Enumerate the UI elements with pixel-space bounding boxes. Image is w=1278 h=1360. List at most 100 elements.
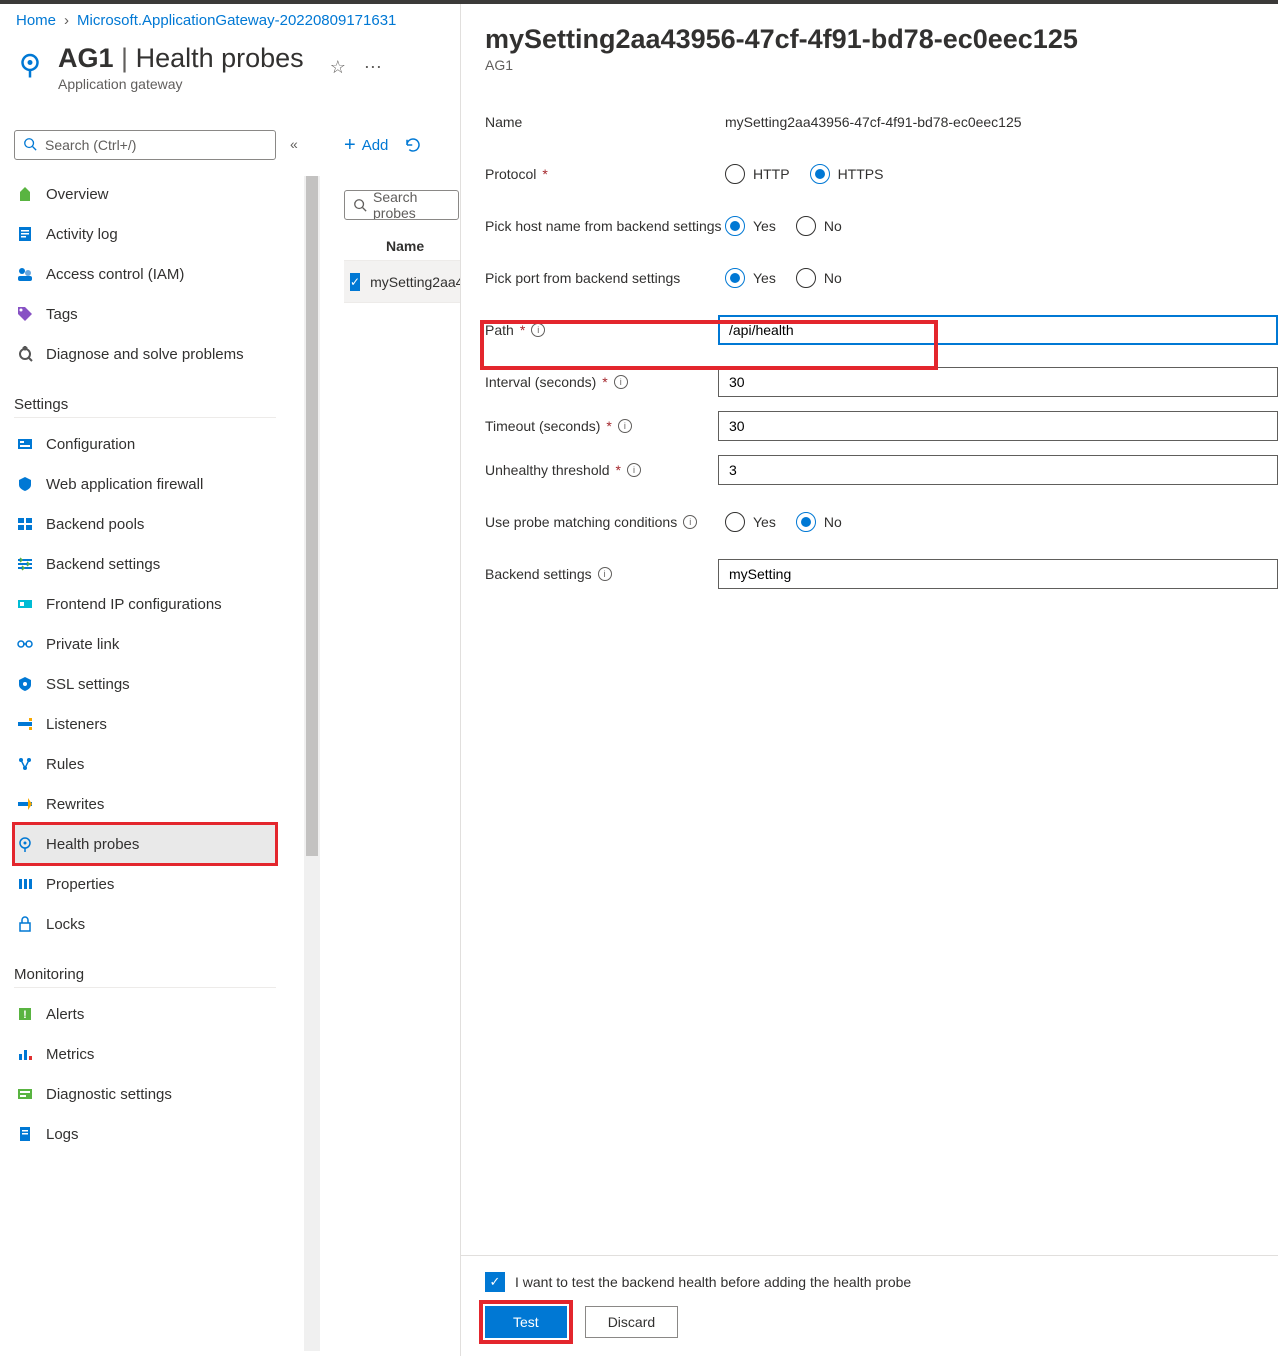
- diag-settings-icon: [16, 1085, 34, 1103]
- refresh-icon[interactable]: [404, 136, 422, 154]
- ssl-icon: [16, 675, 34, 693]
- backend-settings-icon: [16, 555, 34, 573]
- chevron-right-icon: ›: [64, 12, 69, 29]
- nav-search-input[interactable]: Search (Ctrl+/): [14, 130, 276, 160]
- info-icon[interactable]: i: [618, 419, 632, 433]
- sidebar-item-activity-log[interactable]: Activity log: [14, 214, 276, 254]
- sidebar-item-metrics[interactable]: Metrics: [14, 1034, 276, 1074]
- config-icon: [16, 435, 34, 453]
- metrics-icon: [16, 1045, 34, 1063]
- info-icon[interactable]: i: [598, 567, 612, 581]
- add-button[interactable]: + Add: [344, 134, 388, 157]
- radio-pickhost-no[interactable]: No: [796, 216, 842, 236]
- sidebar-item-rules[interactable]: Rules: [14, 744, 276, 784]
- radio-pickport-no[interactable]: No: [796, 268, 842, 288]
- path-input[interactable]: [718, 315, 1278, 345]
- sidebar-item-label: Frontend IP configurations: [46, 596, 222, 613]
- sidebar-item-ssl-settings[interactable]: SSL settings: [14, 664, 276, 704]
- test-backend-checkbox[interactable]: ✓: [485, 1272, 505, 1292]
- radio-http[interactable]: HTTP: [725, 164, 790, 184]
- radio-https[interactable]: HTTPS: [810, 164, 884, 184]
- sidebar-item-properties[interactable]: Properties: [14, 864, 276, 904]
- sidebar-item-label: Health probes: [46, 836, 139, 853]
- backend-pools-icon: [16, 515, 34, 533]
- sidebar-item-label: Web application firewall: [46, 476, 203, 493]
- sidebar-item-web-application-firewall[interactable]: Web application firewall: [14, 464, 276, 504]
- label-pick-port: Pick port from backend settings: [485, 269, 725, 288]
- page-subtitle: Application gateway: [58, 76, 304, 92]
- breadcrumb-item[interactable]: Microsoft.ApplicationGateway-20220809171…: [77, 12, 396, 29]
- locks-icon: [16, 915, 34, 933]
- sidebar-item-label: Logs: [46, 1126, 79, 1143]
- sidebar-item-diagnostic-settings[interactable]: Diagnostic settings: [14, 1074, 276, 1114]
- sidebar-item-private-link[interactable]: Private link: [14, 624, 276, 664]
- sidebar-item-health-probes[interactable]: Health probes: [14, 824, 276, 864]
- sidebar-item-label: SSL settings: [46, 676, 130, 693]
- scrollbar[interactable]: [304, 176, 320, 1351]
- breadcrumb-home[interactable]: Home: [16, 12, 56, 29]
- sidebar-item-tags[interactable]: Tags: [14, 294, 276, 334]
- sidebar-item-label: Metrics: [46, 1046, 94, 1063]
- info-icon[interactable]: i: [531, 323, 545, 337]
- sidebar-item-frontend-ip-configurations[interactable]: Frontend IP configurations: [14, 584, 276, 624]
- waf-icon: [16, 475, 34, 493]
- diagnose-icon: [16, 345, 34, 363]
- sidebar-item-alerts[interactable]: !Alerts: [14, 994, 276, 1034]
- sidebar-item-label: Listeners: [46, 716, 107, 733]
- radio-matching-yes[interactable]: Yes: [725, 512, 776, 532]
- breadcrumb: Home › Microsoft.ApplicationGateway-2022…: [0, 4, 460, 35]
- sidebar-item-label: Alerts: [46, 1006, 84, 1023]
- radio-matching-no[interactable]: No: [796, 512, 842, 532]
- sidebar-item-label: Locks: [46, 916, 85, 933]
- sidebar-item-label: Overview: [46, 186, 109, 203]
- info-icon[interactable]: i: [614, 375, 628, 389]
- test-button[interactable]: Test: [485, 1306, 567, 1338]
- sidebar-item-label: Activity log: [46, 226, 118, 243]
- label-interval: Interval (seconds) * i: [485, 373, 718, 392]
- label-unhealthy: Unhealthy threshold * i: [485, 461, 718, 480]
- panel-subtitle: AG1: [485, 57, 1278, 73]
- sidebar-item-label: Rules: [46, 756, 84, 773]
- sidebar-item-label: Rewrites: [46, 796, 104, 813]
- info-icon[interactable]: i: [683, 515, 697, 529]
- list-search-input[interactable]: Search probes: [344, 190, 459, 220]
- favorite-icon[interactable]: ☆: [330, 57, 346, 78]
- log-icon: [16, 225, 34, 243]
- checkbox-checked-icon[interactable]: ✓: [350, 273, 360, 291]
- sidebar-item-label: Diagnostic settings: [46, 1086, 172, 1103]
- sidebar-item-diagnose-and-solve-problems[interactable]: Diagnose and solve problems: [14, 334, 276, 374]
- collapse-nav-button[interactable]: «: [290, 136, 298, 152]
- sidebar-item-overview[interactable]: Overview: [14, 174, 276, 214]
- label-matching: Use probe matching conditions i: [485, 513, 725, 532]
- list-column-name[interactable]: Name: [344, 232, 460, 261]
- search-icon: [353, 198, 367, 212]
- nav-section-settings: Settings: [14, 396, 276, 418]
- nav-section-monitoring: Monitoring: [14, 966, 276, 988]
- radio-pickport-yes[interactable]: Yes: [725, 268, 776, 288]
- discard-button[interactable]: Discard: [585, 1306, 678, 1338]
- sidebar-item-backend-pools[interactable]: Backend pools: [14, 504, 276, 544]
- sidebar-item-rewrites[interactable]: Rewrites: [14, 784, 276, 824]
- list-item[interactable]: ✓ mySetting2aa43956-47cf-4f91-bd78-ec0ee…: [344, 261, 460, 303]
- sidebar-item-logs[interactable]: Logs: [14, 1114, 276, 1154]
- sidebar-item-locks[interactable]: Locks: [14, 904, 276, 944]
- unhealthy-input[interactable]: [718, 455, 1278, 485]
- info-icon[interactable]: i: [627, 463, 641, 477]
- sidebar-item-backend-settings[interactable]: Backend settings: [14, 544, 276, 584]
- frontend-ip-icon: [16, 595, 34, 613]
- more-icon[interactable]: ⋯: [364, 57, 382, 78]
- sidebar-item-listeners[interactable]: Listeners: [14, 704, 276, 744]
- sidebar-item-access-control-iam-[interactable]: Access control (IAM): [14, 254, 276, 294]
- label-backend-settings: Backend settings i: [485, 565, 718, 584]
- sidebar-item-configuration[interactable]: Configuration: [14, 424, 276, 464]
- listeners-icon: [16, 715, 34, 733]
- label-timeout: Timeout (seconds) * i: [485, 417, 718, 436]
- label-pick-host: Pick host name from backend settings: [485, 217, 725, 236]
- search-icon: [23, 137, 39, 153]
- sidebar-item-label: Private link: [46, 636, 119, 653]
- backend-settings-input[interactable]: [718, 559, 1278, 589]
- appgateway-icon: [14, 49, 46, 81]
- interval-input[interactable]: [718, 367, 1278, 397]
- timeout-input[interactable]: [718, 411, 1278, 441]
- radio-pickhost-yes[interactable]: Yes: [725, 216, 776, 236]
